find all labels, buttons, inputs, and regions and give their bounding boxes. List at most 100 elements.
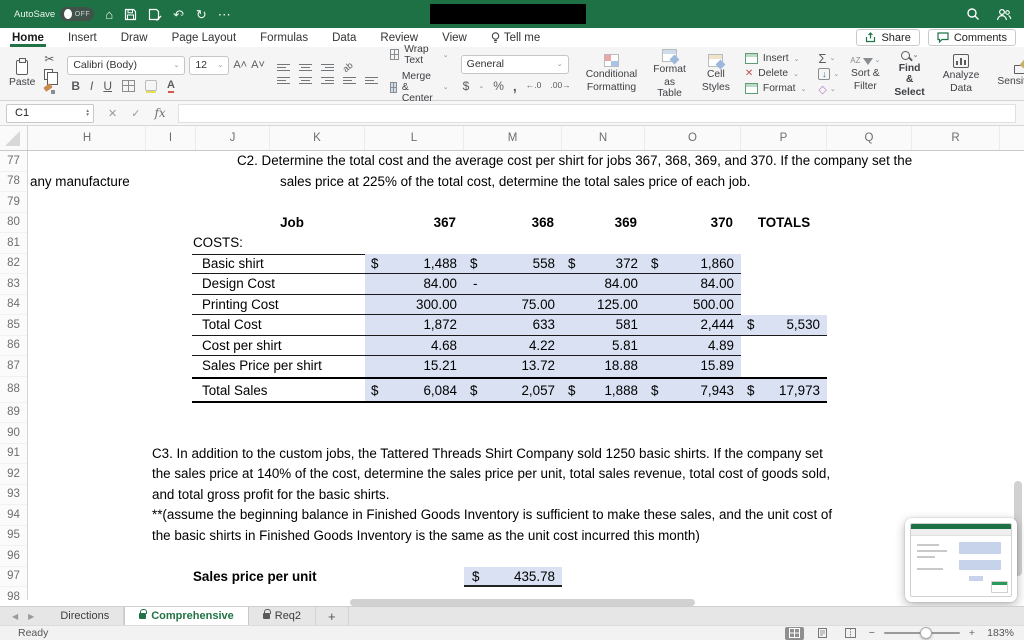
cell-job-367[interactable]: 367 [365, 213, 464, 234]
prev-sheet-icon[interactable]: ◀ [12, 612, 18, 621]
row-header[interactable]: 80 [0, 213, 27, 233]
format-painter-icon[interactable] [44, 84, 56, 94]
top-align-icon[interactable] [276, 63, 290, 71]
cell-styles-button[interactable]: Cell Styles [699, 54, 733, 93]
column-header-h[interactable]: H [29, 126, 146, 150]
cell-text-c3-line1[interactable]: C3. In addition to the custom jobs, the … [152, 444, 823, 465]
row-header[interactable]: 89 [0, 403, 27, 423]
row-header[interactable]: 81 [0, 233, 27, 254]
zoom-level[interactable]: 183% [984, 627, 1014, 639]
table-row-total-cost[interactable]: Total Cost 1,872 633 581 2,444 $5,530 [192, 315, 827, 336]
autosave-toggle[interactable]: AutoSave OFF [14, 7, 95, 21]
name-box[interactable]: C1 ▴ ▾ [6, 103, 94, 123]
wrap-text-button[interactable]: Wrap Text ⌄ [389, 44, 449, 66]
insert-function-icon[interactable]: fx [154, 106, 165, 120]
fill-down-icon[interactable]: ↓ [818, 67, 831, 80]
save-icon[interactable] [124, 8, 137, 21]
page-layout-view-icon[interactable] [813, 627, 832, 640]
underline-button[interactable]: U [103, 80, 112, 92]
table-row-design-cost[interactable]: Design Cost 84.00 - 84.00 84.00 [192, 274, 741, 295]
autosave-switch[interactable]: OFF [60, 7, 95, 21]
redo-icon[interactable]: ↻ [196, 8, 207, 21]
formula-input[interactable] [177, 103, 1016, 123]
column-header-l[interactable]: L [365, 126, 464, 150]
row-header[interactable]: 91 [0, 444, 27, 464]
normal-view-icon[interactable] [784, 626, 804, 640]
column-header-q[interactable]: Q [827, 126, 912, 150]
zoom-in-button[interactable]: + [969, 627, 975, 639]
clear-icon[interactable]: ◇ [818, 83, 826, 96]
column-header-p[interactable]: P [741, 126, 827, 150]
merge-center-button[interactable]: Merge & Center ⌄ [389, 71, 449, 104]
sort-filter-button[interactable]: AZ ⌄ Sort & Filter [847, 55, 883, 92]
column-header-j[interactable]: J [196, 126, 270, 150]
row-header[interactable]: 98 [0, 587, 27, 600]
delete-cells-button[interactable]: ✕ Delete ⌄ [745, 68, 807, 79]
orientation-icon[interactable]: ab [341, 60, 355, 74]
tell-me-button[interactable]: Tell me [491, 32, 540, 44]
row-header[interactable]: 96 [0, 546, 27, 567]
tab-insert[interactable]: Insert [68, 28, 97, 47]
row-header[interactable]: 79 [0, 192, 27, 213]
increase-indent-icon[interactable] [364, 76, 378, 85]
cell-text-c3-line3[interactable]: and total gross profit for the basic shi… [152, 485, 389, 506]
row-header[interactable]: 88 [0, 377, 27, 403]
column-header-m[interactable]: M [464, 126, 562, 150]
copy-icon[interactable] [44, 69, 59, 85]
sensitivity-button[interactable]: Sensitivity [994, 61, 1024, 87]
table-row-cost-per-shirt[interactable]: Cost per shirt 4.68 4.22 5.81 4.89 [192, 335, 741, 356]
paste-button[interactable]: Paste [6, 57, 38, 88]
cell-text-c3-line4[interactable]: **(assume the beginning balance in Finis… [152, 505, 832, 526]
row-header[interactable]: 95 [0, 526, 27, 546]
bottom-align-icon[interactable] [320, 63, 334, 71]
find-select-button[interactable]: ⌄ Find & Select [891, 50, 927, 98]
share-button[interactable]: Share [856, 29, 920, 46]
decrease-indent-icon[interactable] [342, 76, 356, 85]
cancel-entry-icon[interactable]: ✕ [108, 107, 117, 120]
cell-job-368[interactable]: 368 [464, 213, 562, 234]
add-sheet-button[interactable]: + [316, 607, 349, 625]
tab-data[interactable]: Data [332, 28, 356, 47]
row-header[interactable]: 85 [0, 315, 27, 336]
horizontal-scrollbar-thumb[interactable] [350, 599, 695, 606]
undo-chevron-icon[interactable]: ⌄ [179, 10, 185, 18]
font-name-select[interactable]: Calibri (Body) ⌄ [67, 55, 186, 75]
row-header[interactable]: 94 [0, 505, 27, 526]
comments-button[interactable]: Comments [927, 29, 1016, 46]
cell-costs-heading[interactable]: COSTS: [193, 233, 243, 254]
fill-color-icon[interactable] [145, 80, 158, 91]
row-header[interactable]: 92 [0, 464, 27, 485]
zoom-slider[interactable] [883, 627, 960, 639]
row-header[interactable]: 86 [0, 336, 27, 356]
row-header[interactable]: 77 [0, 151, 27, 172]
cell-totals-header[interactable]: TOTALS [741, 213, 827, 234]
next-sheet-icon[interactable]: ▶ [28, 612, 34, 621]
cell-text-c2-line2[interactable]: sales price at 225% of the total cost, d… [280, 172, 750, 193]
cell-job-369[interactable]: 369 [562, 213, 645, 234]
align-center-icon[interactable] [298, 76, 312, 85]
font-color-icon[interactable]: A [167, 80, 175, 91]
column-header-n[interactable]: N [562, 126, 645, 150]
search-icon[interactable] [966, 7, 980, 21]
row-header[interactable]: 93 [0, 485, 27, 505]
tab-draw[interactable]: Draw [121, 28, 148, 47]
zoom-out-button[interactable]: − [869, 627, 875, 639]
save-as-icon[interactable] [148, 8, 162, 21]
cut-icon[interactable]: ✂ [44, 53, 55, 65]
name-box-down-icon[interactable]: ▾ [86, 113, 89, 118]
cell-text-fragment[interactable]: any manufacture [30, 172, 130, 193]
accounting-format-icon[interactable]: $ [463, 80, 470, 92]
column-header-k[interactable]: K [270, 126, 365, 150]
people-icon[interactable] [996, 8, 1012, 21]
table-row-total-sales[interactable]: Total Sales $6,084 $2,057 $1,888 $7,943 … [192, 376, 827, 403]
cell-sales-price-unit-value[interactable]: $ 435.78 [464, 566, 562, 587]
align-left-icon[interactable] [276, 76, 290, 85]
decrease-decimal-icon[interactable]: .00→ [550, 81, 570, 90]
column-header-o[interactable]: O [645, 126, 741, 150]
autosum-icon[interactable]: Σ [818, 52, 826, 65]
sheet-tab-req2[interactable]: Req2 [249, 607, 317, 625]
grow-font-icon[interactable]: A˄ [233, 59, 247, 71]
borders-icon[interactable] [122, 79, 136, 92]
comma-style-icon[interactable]: , [513, 79, 517, 93]
cell-job-header[interactable]: Job [232, 213, 352, 234]
